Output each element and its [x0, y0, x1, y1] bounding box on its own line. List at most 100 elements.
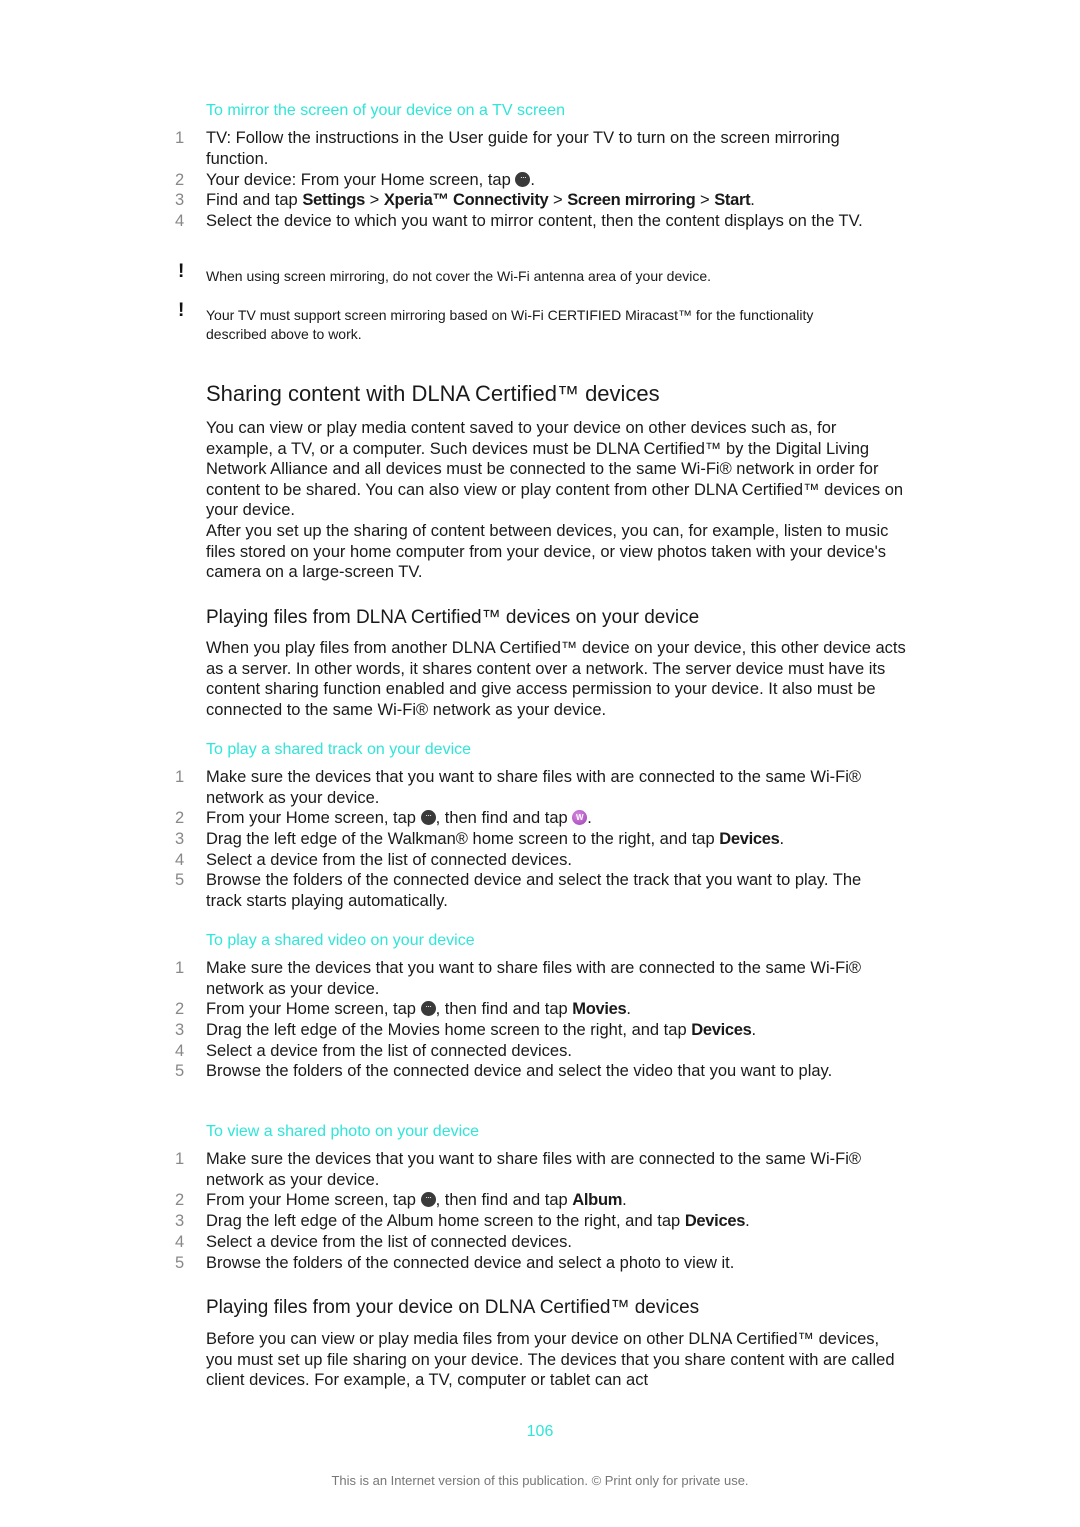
step-text: Your device: From your Home screen, tap [206, 171, 516, 189]
step-number: 2 [175, 171, 185, 189]
video-step-5: 5 Browse the folders of the connected de… [175, 1061, 875, 1082]
separator: > [365, 191, 384, 209]
step-text-mid: , then find and tap [435, 1191, 573, 1209]
step-text: Drag the left edge of the Walkman® home … [206, 830, 720, 848]
apps-icon [515, 170, 531, 187]
step-text: Drag the left edge of the Movies home sc… [206, 1021, 692, 1039]
video-step-1: 1 Make sure the devices that you want to… [175, 958, 875, 999]
step-text-end: . [530, 171, 535, 189]
step-number: 2 [175, 1191, 185, 1209]
playing-to-paragraph: Before you can view or play media files … [206, 1330, 895, 1390]
procedure-title-video: To play a shared video on your device [206, 932, 475, 949]
step-text-end: . [779, 830, 785, 848]
step-text: Make sure the devices that you want to s… [206, 959, 862, 998]
step-text: Find and tap [206, 191, 303, 209]
sharing-paragraph-1: You can view or play media content saved… [206, 419, 904, 520]
step-number: 1 [175, 129, 185, 147]
ui-label-screen-mirroring: Screen mirroring [567, 191, 696, 209]
step-text-mid: , then find and tap [435, 809, 573, 827]
exclamation-icon: ! [178, 300, 185, 321]
step-text: Drag the left edge of the Album home scr… [206, 1212, 685, 1230]
step-text: TV: Follow the instructions in the User … [206, 129, 840, 168]
apps-icon [420, 808, 436, 825]
section-heading-sharing: Sharing content with DLNA Certified™ dev… [206, 381, 660, 406]
track-step-5: 5 Browse the folders of the connected de… [175, 870, 875, 911]
separator: > [695, 191, 715, 209]
walkman-app-icon [572, 810, 588, 825]
video-step-4: 4 Select a device from the list of conne… [175, 1041, 875, 1062]
note-text: When using screen mirroring, do not cove… [206, 268, 712, 284]
step-text: Browse the folders of the connected devi… [206, 1062, 833, 1080]
video-step-2: 2 From your Home screen, tap , then find… [175, 999, 875, 1020]
note-miracast: ! Your TV must support screen mirroring … [175, 301, 875, 344]
note-text: Your TV must support screen mirroring ba… [206, 307, 814, 342]
step-number: 1 [175, 1150, 185, 1168]
mirror-step-1: 1 TV: Follow the instructions in the Use… [175, 128, 875, 169]
step-number: 4 [175, 851, 185, 869]
step-number: 5 [175, 1062, 185, 1080]
ui-label-settings: Settings [302, 191, 366, 209]
sharing-paragraph-2: After you set up the sharing of content … [206, 522, 889, 582]
page-number: 106 [526, 1423, 554, 1440]
step-text-end: . [587, 809, 592, 827]
ui-label-start: Start [714, 191, 751, 209]
subsection-heading-playing-to: Playing files from your device on DLNA C… [206, 1297, 700, 1318]
ui-label-movies: Movies [572, 1000, 627, 1018]
step-text-end: . [626, 1000, 632, 1018]
step-text: Make sure the devices that you want to s… [206, 1150, 862, 1189]
procedure-title-photo: To view a shared photo on your device [206, 1123, 480, 1140]
step-text: Select a device from the list of connect… [206, 1233, 572, 1251]
apps-icon [420, 1190, 436, 1207]
step-number: 1 [175, 959, 185, 977]
step-text-mid: , then find and tap [435, 1000, 573, 1018]
ui-label-xperia-connectivity: Xperia™ Connectivity [383, 191, 549, 209]
step-number: 3 [175, 830, 185, 848]
track-step-4: 4 Select a device from the list of conne… [175, 850, 875, 871]
step-text-end: . [751, 1021, 757, 1039]
step-number: 1 [175, 768, 185, 786]
mirror-step-2: 2 Your device: From your Home screen, ta… [175, 170, 875, 191]
step-number: 5 [175, 871, 185, 889]
ui-label-devices: Devices [684, 1212, 746, 1230]
photo-step-3: 3 Drag the left edge of the Album home s… [175, 1211, 875, 1232]
ui-label-album: Album [572, 1191, 623, 1209]
mirror-step-3: 3 Find and tap Settings > Xperia™ Connec… [175, 190, 875, 211]
footer-notice: This is an Internet version of this publ… [331, 1473, 749, 1488]
subsection-heading-playing-from: Playing files from DLNA Certified™ devic… [206, 607, 700, 628]
playing-from-paragraph: When you play files from another DLNA Ce… [206, 639, 906, 719]
step-number: 5 [175, 1254, 185, 1272]
photo-step-4: 4 Select a device from the list of conne… [175, 1232, 875, 1253]
step-text: Select the device to which you want to m… [206, 212, 863, 230]
step-text: Make sure the devices that you want to s… [206, 768, 862, 807]
exclamation-icon: ! [178, 261, 185, 282]
step-number: 2 [175, 1000, 185, 1018]
procedure-title-track: To play a shared track on your device [206, 741, 472, 758]
step-number: 4 [175, 212, 185, 230]
procedure-title-mirror: To mirror the screen of your device on a… [206, 102, 565, 119]
step-number: 3 [175, 1021, 185, 1039]
ui-label-devices: Devices [691, 1021, 752, 1039]
photo-step-1: 1 Make sure the devices that you want to… [175, 1149, 875, 1190]
step-text-end: . [622, 1191, 627, 1209]
step-text-end: . [745, 1212, 750, 1230]
step-text: Select a device from the list of connect… [206, 851, 572, 869]
track-step-1: 1 Make sure the devices that you want to… [175, 767, 875, 808]
mirror-step-4: 4 Select the device to which you want to… [175, 211, 875, 232]
step-text: From your Home screen, tap [206, 1000, 421, 1018]
step-text: From your Home screen, tap [206, 1191, 421, 1209]
step-number: 4 [175, 1042, 185, 1060]
photo-step-2: 2 From your Home screen, tap , then find… [175, 1190, 875, 1211]
track-step-3: 3 Drag the left edge of the Walkman® hom… [175, 829, 875, 850]
step-text: Select a device from the list of connect… [206, 1042, 572, 1060]
step-number: 4 [175, 1233, 185, 1251]
ui-label-devices: Devices [719, 830, 780, 848]
step-text: Browse the folders of the connected devi… [206, 871, 862, 910]
video-step-3: 3 Drag the left edge of the Movies home … [175, 1020, 875, 1041]
step-text: From your Home screen, tap [206, 809, 421, 827]
step-number: 2 [175, 809, 185, 827]
step-text: Browse the folders of the connected devi… [206, 1254, 735, 1272]
step-number: 3 [175, 191, 185, 209]
note-antenna: ! When using screen mirroring, do not co… [175, 262, 875, 286]
photo-step-5: 5 Browse the folders of the connected de… [175, 1253, 875, 1274]
apps-icon [420, 999, 436, 1016]
